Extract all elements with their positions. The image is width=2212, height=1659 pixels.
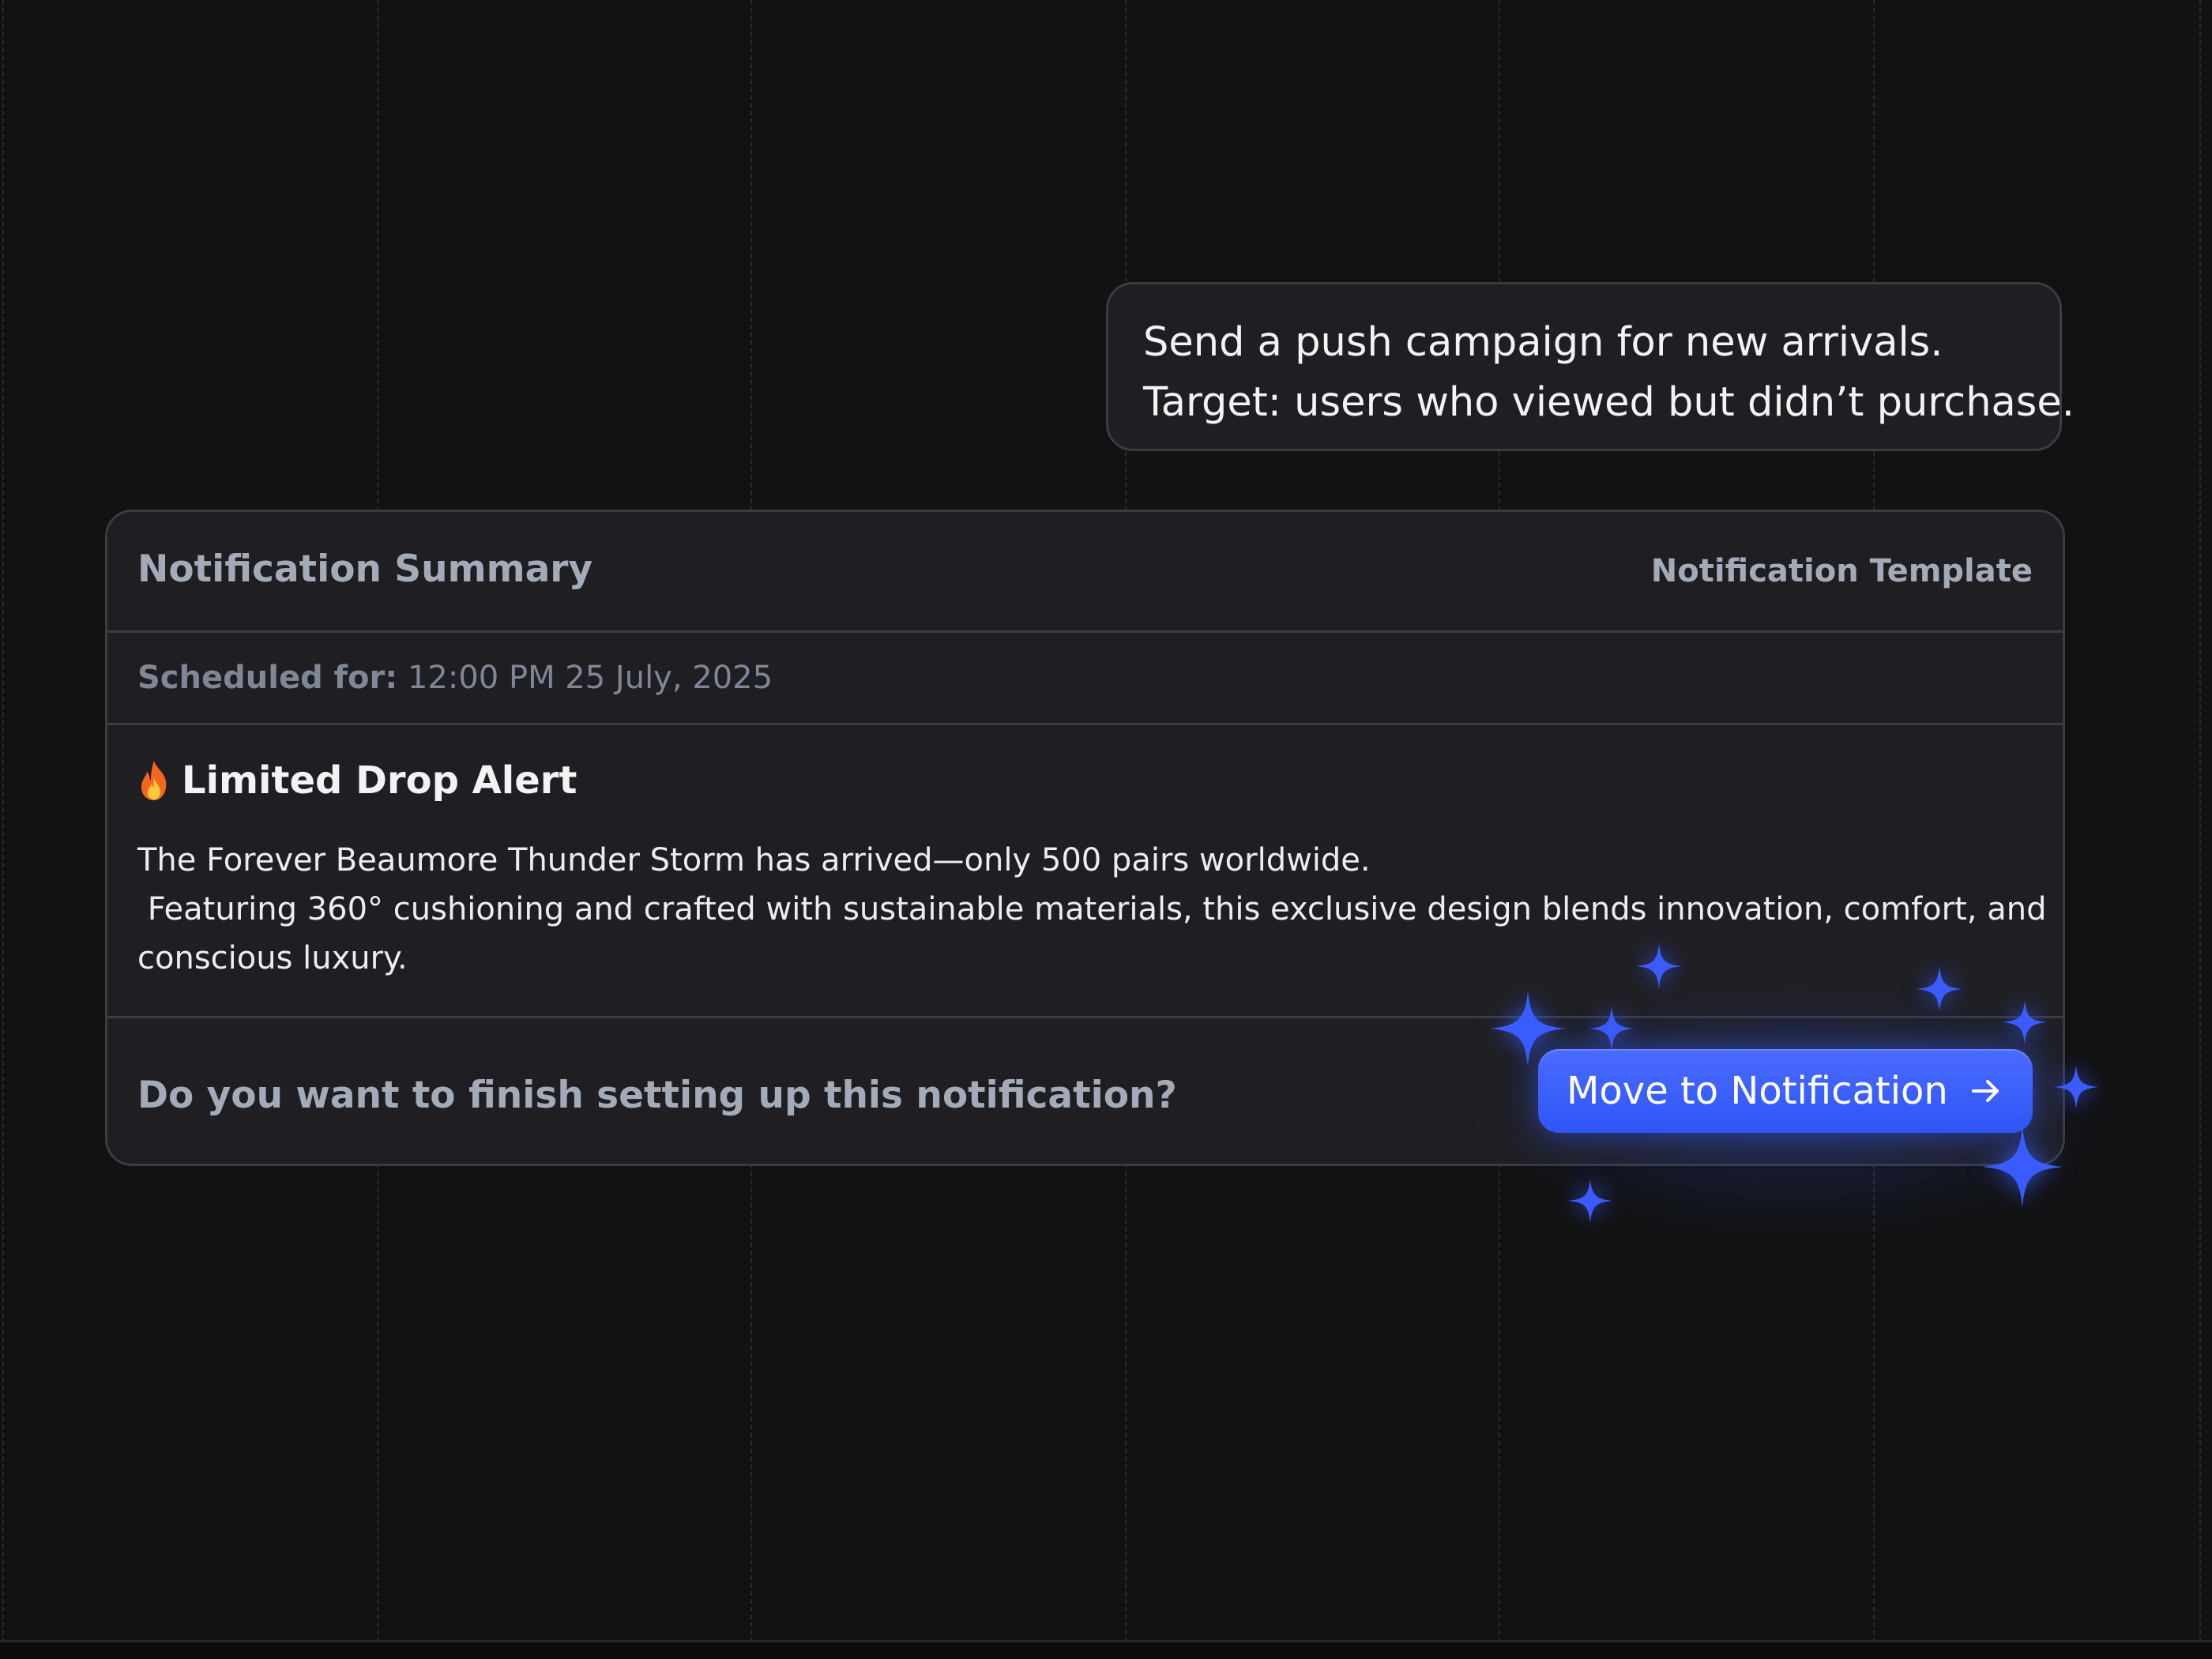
prompt-line-2: Target: users who viewed but didn’t purc… bbox=[1143, 379, 2075, 426]
headline-text: Limited Drop Alert bbox=[182, 758, 577, 803]
sparkle-icon bbox=[1636, 943, 1682, 989]
body-line-2: Featuring 360° cushioning and crafted wi… bbox=[137, 891, 2047, 927]
move-to-notification-button[interactable]: Move to Notification bbox=[1538, 1049, 2033, 1133]
grid-line bbox=[2, 0, 4, 1659]
schedule-text: Scheduled for: 12:00 PM 25 July, 2025 bbox=[137, 660, 773, 696]
canvas: Send a push campaign for new arrivals. T… bbox=[0, 0, 2212, 1659]
user-prompt-bubble: Send a push campaign for new arrivals. T… bbox=[1106, 282, 2075, 451]
schedule-value: 12:00 PM 25 July, 2025 bbox=[407, 660, 773, 696]
card-header: Notification Summary Notification Templa… bbox=[107, 512, 2063, 633]
notification-headline: Limited Drop Alert bbox=[137, 758, 577, 803]
notification-template-link[interactable]: Notification Template bbox=[1651, 553, 2033, 589]
sparkle-icon bbox=[2003, 1000, 2047, 1044]
sparkle-icon bbox=[1982, 1127, 2063, 1207]
bottom-bar bbox=[0, 1640, 2212, 1659]
body-line-1: The Forever Beaumore Thunder Storm has a… bbox=[137, 842, 1371, 878]
move-to-notification-label: Move to Notification bbox=[1567, 1069, 1948, 1113]
sparkle-icon bbox=[1589, 1006, 1634, 1051]
sparkle-icon bbox=[2054, 1065, 2098, 1109]
fire-icon bbox=[141, 761, 167, 800]
body-line-3: conscious luxury. bbox=[137, 940, 408, 976]
setup-question: Do you want to finish setting up this no… bbox=[137, 1074, 1177, 1117]
schedule-label: Scheduled for: bbox=[137, 660, 398, 696]
notification-content: Limited Drop Alert The Forever Beaumore … bbox=[107, 725, 2063, 1018]
prompt-line-1: Send a push campaign for new arrivals. bbox=[1143, 319, 1943, 366]
schedule-row: Scheduled for: 12:00 PM 25 July, 2025 bbox=[107, 633, 2063, 725]
sparkle-icon bbox=[1917, 966, 1962, 1012]
arrow-right-icon bbox=[1971, 1080, 1999, 1102]
grid-line bbox=[2199, 0, 2201, 1659]
card-title: Notification Summary bbox=[137, 547, 593, 591]
sparkle-icon bbox=[1568, 1179, 1612, 1223]
notification-body: The Forever Beaumore Thunder Storm has a… bbox=[137, 836, 2047, 983]
